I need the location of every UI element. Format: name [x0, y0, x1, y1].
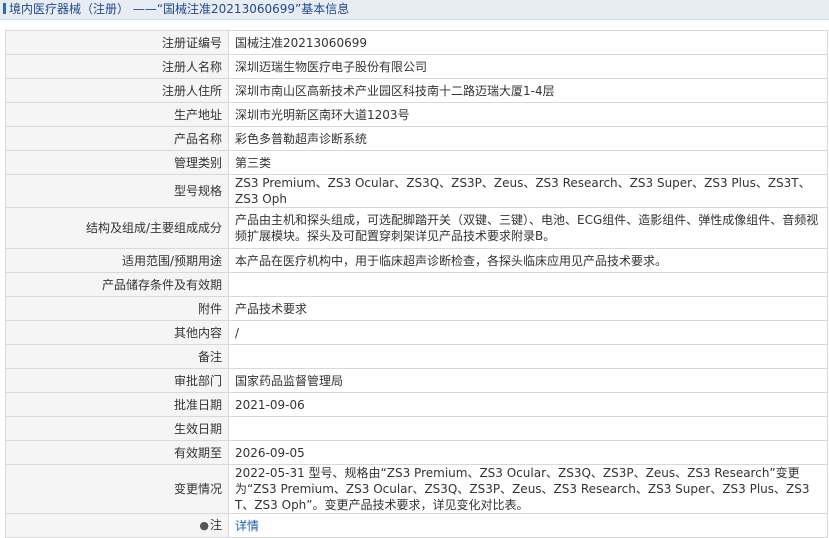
registration-info-table: 注册证编号 国械注准20213060699 注册人名称 深圳迈瑞生物医疗电子股份…	[5, 30, 828, 538]
table-row: 注册证编号 国械注准20213060699	[5, 30, 828, 55]
table-row: 其他内容 /	[5, 320, 828, 345]
row-label-storage-validity: 产品储存条件及有效期	[5, 272, 229, 297]
table-row: 适用范围/预期用途 本产品在医疗机构中，用于临床超声诊断检查，各探头临床应用见产…	[5, 248, 828, 273]
row-label-structure-composition: 结构及组成/主要组成成分	[5, 207, 229, 249]
row-value-attachment: 产品技术要求	[228, 296, 828, 321]
table-row: 注册人住所 深圳市南山区高新技术产业园区科技南十二路迈瑞大厦1-4层	[5, 78, 828, 103]
row-label-effective-date: 生效日期	[5, 416, 229, 441]
row-value-registrant-address: 深圳市南山区高新技术产业园区科技南十二路迈瑞大厦1-4层	[228, 78, 828, 103]
row-label-valid-until: 有效期至	[5, 440, 229, 465]
row-label-approval-department: 审批部门	[5, 368, 229, 393]
note-label: 注	[209, 518, 222, 532]
table-row: 变更情况 2022-05-31 型号、规格由“ZS3 Premium、ZS3 O…	[5, 464, 828, 514]
row-value-production-address: 深圳市光明新区南环大道1203号	[228, 102, 828, 127]
table-row: 生效日期	[5, 416, 828, 441]
table-row: 产品名称 彩色多普勒超声诊断系统	[5, 126, 828, 151]
table-row: 生产地址 深圳市光明新区南环大道1203号	[5, 102, 828, 127]
row-value-model-spec: ZS3 Premium、ZS3 Ocular、ZS3Q、ZS3P、Zeus、ZS…	[228, 174, 828, 208]
pin-icon: ●	[199, 519, 209, 532]
table-row: 附件 产品技术要求	[5, 296, 828, 321]
row-value-approval-date: 2021-09-06	[228, 392, 828, 417]
row-label-change-history: 变更情况	[5, 464, 229, 514]
row-label-production-address: 生产地址	[5, 102, 229, 127]
row-label-product-name: 产品名称	[5, 126, 229, 151]
page-title: 境内医疗器械（注册） ——“国械注准20213060699”基本信息	[9, 2, 350, 16]
row-label-model-spec: 型号规格	[5, 174, 229, 208]
header-marker	[3, 3, 6, 14]
row-value-registration-number: 国械注准20213060699	[228, 30, 828, 55]
row-value-intended-use: 本产品在医疗机构中，用于临床超声诊断检查，各探头临床应用见产品技术要求。	[228, 248, 828, 273]
row-value-management-class: 第三类	[228, 150, 828, 175]
row-value-storage-validity	[228, 272, 828, 297]
table-row: 审批部门 国家药品监督管理局	[5, 368, 828, 393]
row-label-intended-use: 适用范围/预期用途	[5, 248, 229, 273]
row-label-registrant-name: 注册人名称	[5, 54, 229, 79]
row-value-other-content: /	[228, 320, 828, 345]
row-value-valid-until: 2026-09-05	[228, 440, 828, 465]
table-row: 备注	[5, 344, 828, 369]
table-row: 管理类别 第三类	[5, 150, 828, 175]
row-label-approval-date: 批准日期	[5, 392, 229, 417]
table-row: 结构及组成/主要组成成分 产品由主机和探头组成，可选配脚踏开关（双键、三键）、电…	[5, 207, 828, 249]
row-value-product-name: 彩色多普勒超声诊断系统	[228, 126, 828, 151]
row-label-registrant-address: 注册人住所	[5, 78, 229, 103]
row-value-remarks	[228, 344, 828, 369]
table-row: 型号规格 ZS3 Premium、ZS3 Ocular、ZS3Q、ZS3P、Ze…	[5, 174, 828, 208]
row-value-registrant-name: 深圳迈瑞生物医疗电子股份有限公司	[228, 54, 828, 79]
row-label-management-class: 管理类别	[5, 150, 229, 175]
table-row: 有效期至 2026-09-05	[5, 440, 828, 465]
row-label-registration-number: 注册证编号	[5, 30, 229, 55]
row-value-structure-composition: 产品由主机和探头组成，可选配脚踏开关（双键、三键）、电池、ECG组件、造影组件、…	[228, 207, 828, 249]
row-value-effective-date	[228, 416, 828, 441]
row-label-remarks: 备注	[5, 344, 229, 369]
row-label-other-content: 其他内容	[5, 320, 229, 345]
page-header: 境内医疗器械（注册） ——“国械注准20213060699”基本信息	[0, 0, 829, 20]
table-row: 批准日期 2021-09-06	[5, 392, 828, 417]
table-row: 产品储存条件及有效期	[5, 272, 828, 297]
row-label-attachment: 附件	[5, 296, 229, 321]
row-value-change-history: 2022-05-31 型号、规格由“ZS3 Premium、ZS3 Ocular…	[228, 464, 828, 514]
row-value-approval-department: 国家药品监督管理局	[228, 368, 828, 393]
table-row: 注册人名称 深圳迈瑞生物医疗电子股份有限公司	[5, 54, 828, 79]
